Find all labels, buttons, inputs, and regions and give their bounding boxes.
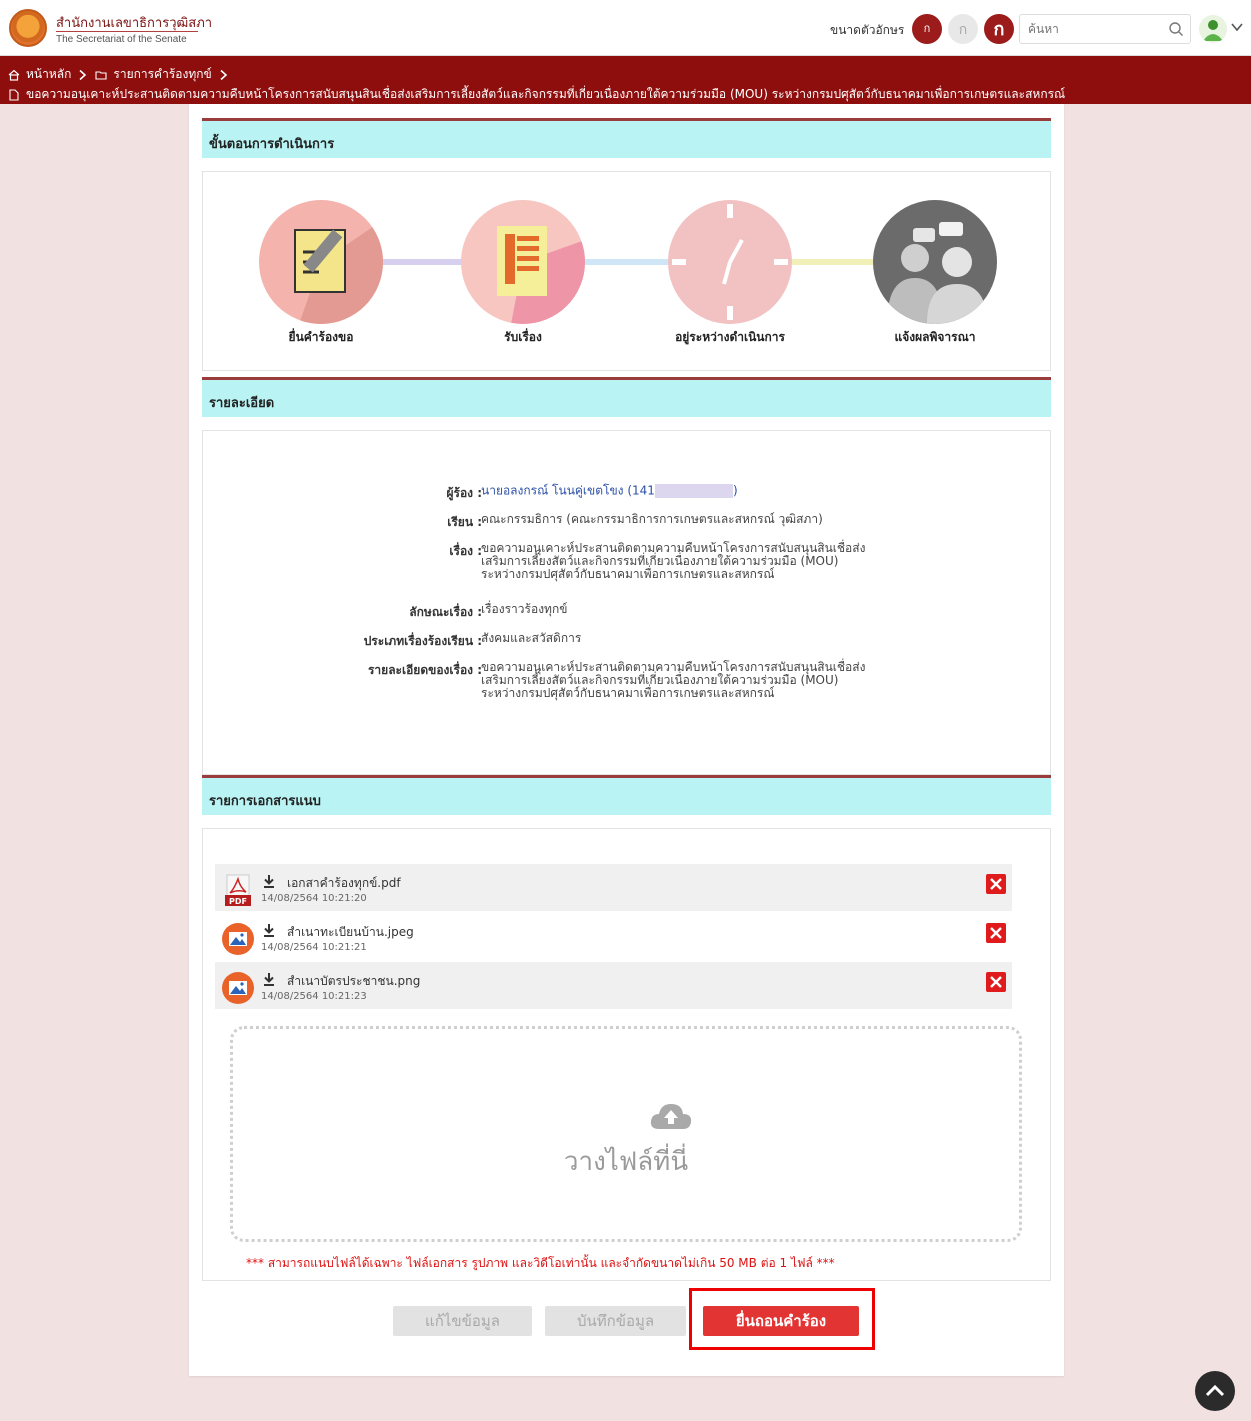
attachments-section-title: รายการเอกสารแนบ bbox=[209, 794, 321, 809]
attachment-row: สำเนาทะเบียนบ้าน.jpeg 14/08/2564 10:21:2… bbox=[215, 913, 1012, 960]
attachment-name[interactable]: สำเนาบัตรประชาชน.png bbox=[287, 972, 420, 991]
upload-note: *** สามารถแนบไฟล์ได้เฉพาะ ไฟล์เอกสาร รูป… bbox=[246, 1256, 835, 1270]
complainant-value[interactable]: นายอลงกรณ์ โนนคู่เขตโขง (141) bbox=[481, 484, 881, 498]
breadcrumb-current: ขอความอนุเคาะห์ประสานติดตามความคืบหน้าโค… bbox=[26, 87, 1066, 101]
image-file-icon bbox=[222, 923, 254, 955]
senate-seal-logo[interactable] bbox=[9, 9, 47, 47]
petition-card: ขั้นตอนการดำเนินการ ยื่นคำร้องขอ รับเรื่… bbox=[189, 104, 1064, 1376]
search-input[interactable] bbox=[1020, 15, 1160, 43]
attachment-date: 14/08/2564 10:21:21 bbox=[261, 942, 367, 953]
attachment-name[interactable]: สำเนาทะเบียนบ้าน.jpeg bbox=[287, 923, 414, 942]
edit-button[interactable]: แก้ไขข้อมูล bbox=[393, 1306, 532, 1336]
details-section-title: รายละเอียด bbox=[209, 396, 275, 411]
org-name-thai[interactable]: สำนักงานเลขาธิการวุฒิสภา bbox=[56, 12, 212, 33]
home-icon bbox=[8, 69, 20, 81]
search-icon[interactable] bbox=[1168, 21, 1184, 37]
attachment-date: 14/08/2564 10:21:20 bbox=[261, 893, 367, 904]
document-icon bbox=[9, 88, 19, 101]
type-value: สังคมและสวัสดิการ bbox=[481, 631, 582, 645]
back-to-top-button[interactable] bbox=[1195, 1371, 1235, 1411]
attachment-name[interactable]: เอกสาคำร้องทุกข์.pdf bbox=[287, 874, 401, 893]
delete-icon[interactable] bbox=[986, 972, 1006, 992]
attachment-date: 14/08/2564 10:21:23 bbox=[261, 991, 367, 1002]
attachment-row: สำเนาบัตรประชาชน.png 14/08/2564 10:21:23 bbox=[215, 962, 1012, 1009]
step-submit-icon bbox=[259, 200, 383, 324]
breadcrumb-list-link[interactable]: รายการคำร้องทุกข์ bbox=[113, 65, 211, 84]
step-connector bbox=[581, 259, 681, 265]
folder-icon bbox=[95, 70, 107, 80]
download-icon[interactable] bbox=[263, 923, 275, 937]
save-button[interactable]: บันทึกข้อมูล bbox=[545, 1306, 686, 1336]
font-size-label: ขนาดตัวอักษร bbox=[830, 23, 905, 37]
steps-section-title: ขั้นตอนการดำเนินการ bbox=[209, 137, 335, 152]
org-name-english[interactable]: The Secretariat of the Senate bbox=[56, 34, 187, 45]
image-file-icon bbox=[222, 972, 254, 1004]
type-label: ประเภทเรื่องร้องเรียน : bbox=[363, 634, 482, 648]
step-received-label: รับเรื่อง bbox=[504, 330, 542, 344]
step-notify-label: แจ้งผลพิจารณา bbox=[894, 330, 976, 344]
description-value: ขอความอนุเคาะห์ประสานติดตามความคืบหน้าโค… bbox=[481, 660, 866, 700]
steps-section-header: ขั้นตอนการดำเนินการ bbox=[202, 118, 1051, 158]
nature-value: เรื่องราวร้องทุกข์ bbox=[481, 602, 568, 616]
top-header: สำนักงานเลขาธิการวุฒิสภา The Secretariat… bbox=[0, 0, 1251, 56]
pdf-file-icon: PDF bbox=[225, 874, 251, 906]
complainant-label: ผู้ร้อง : bbox=[446, 486, 482, 500]
withdraw-petition-button[interactable]: ยื่นถอนคำร้อง bbox=[703, 1306, 859, 1336]
user-icon bbox=[1203, 20, 1223, 41]
download-icon[interactable] bbox=[263, 874, 275, 888]
step-submit-label: ยื่นคำร้องขอ bbox=[288, 330, 354, 344]
subject-label: เรื่อง : bbox=[449, 544, 482, 558]
pdf-badge: PDF bbox=[229, 897, 247, 906]
step-notify-people-icon bbox=[873, 200, 997, 324]
to-label: เรียน : bbox=[447, 515, 482, 529]
font-size-medium-button[interactable]: ก bbox=[948, 14, 978, 44]
user-avatar[interactable] bbox=[1199, 15, 1227, 43]
step-received-icon bbox=[461, 200, 585, 324]
download-icon[interactable] bbox=[263, 972, 275, 986]
details-panel: ผู้ร้อง : นายอลงกรณ์ โนนคู่เขตโขง (141) … bbox=[202, 430, 1051, 775]
dropzone-text: วางไฟล์ที่นี่ bbox=[563, 1147, 689, 1177]
step-connector bbox=[783, 259, 883, 265]
chevron-right-icon bbox=[220, 69, 227, 80]
cloud-upload-icon bbox=[650, 1104, 692, 1129]
breadcrumb: หน้าหลัก รายการคำร้องทุกข์ ขอความอนุเคาะ… bbox=[0, 56, 1251, 104]
logo-divider bbox=[56, 31, 198, 32]
chevron-up-icon bbox=[1205, 1384, 1225, 1397]
attachment-row: PDF เอกสาคำร้องทุกข์.pdf 14/08/2564 10:2… bbox=[215, 864, 1012, 911]
search-box bbox=[1019, 14, 1191, 44]
file-dropzone[interactable]: วางไฟล์ที่นี่ bbox=[230, 1026, 1022, 1242]
step-in-progress-clock-icon bbox=[668, 200, 792, 324]
subject-value: ขอความอนุเคาะห์ประสานติดตามความคืบหน้าโค… bbox=[481, 541, 866, 581]
font-size-large-button[interactable]: ก bbox=[984, 14, 1014, 44]
attachments-section-header: รายการเอกสารแนบ bbox=[202, 775, 1051, 815]
breadcrumb-home-link[interactable]: หน้าหลัก bbox=[26, 65, 71, 84]
delete-icon[interactable] bbox=[986, 874, 1006, 894]
font-size-small-button[interactable]: ก bbox=[912, 14, 942, 44]
nature-label: ลักษณะเรื่อง : bbox=[409, 605, 482, 619]
chevron-right-icon bbox=[79, 69, 87, 80]
steps-panel: ยื่นคำร้องขอ รับเรื่อง อยู่ระหว่างดำเนิน… bbox=[202, 171, 1051, 371]
delete-icon[interactable] bbox=[986, 923, 1006, 943]
description-label: รายละเอียดของเรื่อง : bbox=[367, 663, 482, 677]
to-value: คณะกรรมธิการ (คณะกรรมาธิการการเกษตรและสห… bbox=[481, 512, 823, 526]
details-section-header: รายละเอียด bbox=[202, 377, 1051, 417]
redaction-mask bbox=[654, 484, 733, 498]
chevron-down-icon[interactable] bbox=[1230, 20, 1244, 34]
step-in-progress-label: อยู่ระหว่างดำเนินการ bbox=[675, 330, 785, 344]
